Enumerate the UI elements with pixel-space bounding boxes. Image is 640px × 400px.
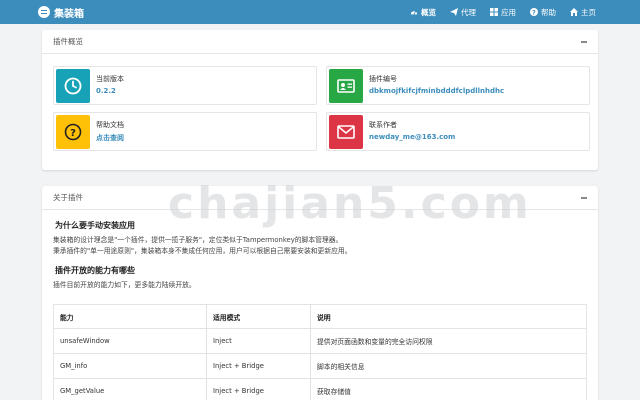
docs-link[interactable]: 点击查阅: [96, 133, 124, 143]
plugin-id-value: dbkmojfkifcjfminbdddfclpdllnhdhc: [369, 87, 505, 95]
nav-apps[interactable]: 应用: [490, 7, 516, 18]
contact-card: 联系作者 newday_me@163.com: [326, 112, 590, 151]
nav-home[interactable]: 主页: [570, 7, 596, 18]
envelope-icon: [329, 115, 363, 149]
container-logo-icon: [38, 6, 50, 18]
about-panel: 关于插件 为什么要手动安装应用 集装箱的设计理念是"一个插件，提供一揽子服务"，…: [42, 186, 598, 400]
contact-email[interactable]: newday_me@163.com: [369, 133, 455, 141]
section-why-title: 为什么要手动安装应用: [55, 221, 135, 230]
section-why-text-1: 集装箱的设计理念是"一个插件，提供一揽子服务"，定位类似于Tampermonke…: [53, 236, 343, 244]
overview-title: 插件概览: [53, 37, 83, 46]
docs-label: 帮助文档: [96, 121, 124, 129]
nav-overview-label: 概览: [421, 7, 436, 17]
column-header: 说明: [310, 304, 587, 329]
nav-menu: 概览 代理 应用 ? 帮助 主页: [396, 0, 596, 24]
table-cell: Inject + Bridge: [206, 378, 311, 400]
table-row: GM_getValue Inject + Bridge 获取存储值: [53, 378, 587, 400]
table-cell: unsafeWindow: [53, 328, 207, 354]
overview-panel: 插件概览 当前版本 0.2.2 插件编号 dbkmojfkifcjfminbdd…: [42, 30, 598, 170]
top-navbar: 集装箱 概览 代理 应用 ? 帮助 主页: [0, 0, 640, 24]
about-panel-header: 关于插件: [42, 186, 598, 210]
table-row: unsafeWindow Inject 提供对页面函数和变量的完全访问权限: [53, 328, 587, 354]
home-icon: [570, 8, 578, 16]
nav-home-label: 主页: [581, 7, 596, 17]
nav-apps-label: 应用: [501, 7, 516, 17]
section-capabilities-text: 插件目前开放的能力如下，更多能力陆续开放。: [53, 281, 196, 289]
nav-help[interactable]: ? 帮助: [530, 7, 556, 18]
column-header: 适用模式: [206, 304, 311, 329]
nav-proxy[interactable]: 代理: [450, 7, 476, 18]
about-body: 为什么要手动安装应用 集装箱的设计理念是"一个插件，提供一揽子服务"，定位类似于…: [42, 210, 598, 291]
brand[interactable]: 集装箱: [38, 4, 84, 20]
svg-text:?: ?: [532, 9, 536, 16]
overview-panel-header: 插件概览: [42, 30, 598, 54]
version-value: 0.2.2: [96, 87, 116, 95]
question-icon: ?: [56, 115, 90, 149]
about-title: 关于插件: [53, 193, 83, 202]
plugin-id-label: 插件编号: [369, 75, 397, 83]
plugin-id-card: 插件编号 dbkmojfkifcjfminbdddfclpdllnhdhc: [326, 66, 590, 105]
dashboard-icon: [410, 8, 418, 16]
section-why-text-2: 秉承插件的"单一用途原则"，集装箱本身不集成任何应用，用户可以根据自己需要安装和…: [53, 247, 352, 255]
docs-card: ? 帮助文档 点击查阅: [53, 112, 317, 151]
table-cell: GM_info: [53, 353, 207, 379]
table-cell: 提供对页面函数和变量的完全访问权限: [310, 328, 587, 354]
id-card-icon: [329, 69, 363, 103]
version-label: 当前版本: [96, 75, 124, 83]
collapse-icon[interactable]: [581, 197, 587, 199]
table-row: GM_info Inject + Bridge 脚本的相关信息: [53, 353, 587, 379]
svg-text:?: ?: [70, 128, 76, 139]
app-name: 集装箱: [54, 8, 84, 20]
windows-icon: [490, 8, 498, 16]
table-cell: 脚本的相关信息: [310, 353, 587, 379]
column-header: 能力: [53, 304, 207, 329]
table-header-row: 能力 适用模式 说明: [53, 304, 587, 329]
clock-icon: [56, 69, 90, 103]
nav-help-label: 帮助: [541, 7, 556, 17]
table-cell: Inject: [206, 328, 311, 354]
question-circle-icon: ?: [530, 8, 538, 16]
nav-overview[interactable]: 概览: [410, 7, 436, 18]
section-capabilities-title: 插件开放的能力有哪些: [55, 266, 135, 275]
send-icon: [450, 8, 458, 16]
contact-label: 联系作者: [369, 121, 397, 129]
capabilities-table: 能力 适用模式 说明 unsafeWindow Inject 提供对页面函数和变…: [53, 304, 587, 400]
table-cell: GM_getValue: [53, 378, 207, 400]
nav-proxy-label: 代理: [461, 7, 476, 17]
table-cell: 获取存储值: [310, 378, 587, 400]
version-card: 当前版本 0.2.2: [53, 66, 317, 105]
collapse-icon[interactable]: [581, 41, 587, 43]
table-cell: Inject + Bridge: [206, 353, 311, 379]
